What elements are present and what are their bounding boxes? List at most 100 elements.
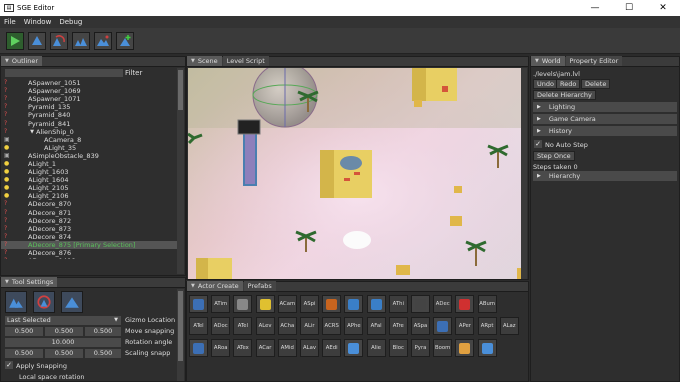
space-combo[interactable]: Last Selected ▼ (5, 316, 121, 325)
actor-button[interactable]: ATex (233, 339, 253, 357)
outliner-item[interactable]: ▣ ACamera_8 (1, 136, 179, 144)
actor-button[interactable]: Alie (366, 339, 386, 357)
history-section[interactable]: ▶ History (533, 126, 677, 136)
outliner-item[interactable]: ? ADecore_1406 (1, 257, 179, 259)
tab-scene[interactable]: ▼ Scene (187, 56, 222, 66)
actor-button[interactable]: ASpa (411, 317, 430, 335)
actor-thumbnail-icon[interactable] (366, 295, 386, 313)
ts-scale-button[interactable] (61, 291, 83, 313)
actor-thumbnail-icon[interactable] (433, 317, 453, 335)
actor-button[interactable]: ACRS (322, 317, 342, 335)
outliner-item[interactable]: ? ADecore_871 (1, 209, 179, 217)
outliner-item[interactable]: ? ASpawner_1071 (1, 95, 179, 103)
outliner-item[interactable]: ? ADecore_872 (1, 217, 179, 225)
actor-button[interactable]: ARoa (211, 339, 231, 357)
actor-button[interactable]: ADec (433, 295, 453, 313)
undo-button[interactable]: Undo (533, 79, 558, 89)
delete-button[interactable]: Delete (581, 79, 611, 89)
rotate-tool-button[interactable] (50, 32, 68, 50)
ts-move-button[interactable] (5, 291, 27, 313)
actor-button[interactable]: ATre (388, 317, 408, 335)
actor-thumbnail-icon[interactable] (455, 295, 475, 313)
actor-button[interactable]: APhe (344, 317, 364, 335)
outliner-item[interactable]: ? ADecore_874 (1, 233, 179, 241)
tab-property-editor[interactable]: Property Editor (565, 56, 623, 66)
rotation-snap-input[interactable]: 10.000 (5, 338, 121, 347)
lighting-section[interactable]: ▶ Lighting (533, 102, 677, 112)
close-button[interactable]: ✕ (646, 0, 680, 16)
actor-button[interactable]: ACar (255, 339, 275, 357)
outliner-item[interactable]: ▣ ASimpleObstacle_839 (1, 152, 179, 160)
actor-button[interactable]: Bloc (388, 339, 408, 357)
no-auto-step-checkbox[interactable]: ✓ (534, 140, 542, 148)
actor-button[interactable]: AThi (388, 295, 408, 313)
actor-button[interactable]: ALaz (499, 317, 519, 335)
outliner-item[interactable]: ● ALight_2105 (1, 184, 179, 192)
step-once-button[interactable]: Step Once (533, 151, 575, 161)
ts-rotate-button[interactable] (33, 291, 55, 313)
outliner-item[interactable]: ● ALight_2106 (1, 192, 179, 200)
menu-file[interactable]: File (0, 18, 20, 26)
outliner-item[interactable]: ? Pyramid_841 (1, 119, 179, 128)
actor-thumbnail-icon[interactable] (411, 295, 430, 313)
actor-thumbnail-icon[interactable] (455, 339, 475, 357)
actor-button[interactable]: ADoc (211, 317, 231, 335)
outliner-item[interactable]: ? ADecore_873 (1, 225, 179, 233)
outliner-item[interactable]: ● ALight_35 (1, 144, 179, 152)
game-camera-section[interactable]: ▶ Game Camera (533, 114, 677, 124)
scene-viewport[interactable] (188, 68, 527, 279)
actor-thumbnail-icon[interactable] (189, 295, 208, 313)
apply-snapping-checkbox[interactable]: ✓ (5, 361, 13, 369)
hierarchy-section[interactable]: ▶ Hierarchy (533, 171, 677, 181)
outliner-item[interactable]: ? ADecore_875 [Primary Selection] (1, 240, 179, 249)
outliner-item[interactable]: ? ASpawner_1051 (1, 79, 179, 87)
add-actor-button[interactable] (116, 32, 134, 50)
scale-tool-button[interactable] (72, 32, 90, 50)
actor-thumbnail-icon[interactable] (255, 295, 275, 313)
actor-button[interactable]: ATel (189, 317, 208, 335)
actor-button[interactable]: ACam (277, 295, 297, 313)
actor-button[interactable]: ATim (211, 295, 231, 313)
minimize-button[interactable]: — (578, 0, 612, 16)
translate-tool-button[interactable] (28, 32, 46, 50)
actor-thumbnail-icon[interactable] (322, 295, 342, 313)
move-snap-x[interactable]: 0.500 (5, 327, 43, 336)
scale-snap-x[interactable]: 0.500 (5, 349, 43, 358)
menu-window[interactable]: Window (20, 18, 56, 26)
tab-outliner[interactable]: ▼ Outliner (1, 56, 43, 66)
actor-thumbnail-icon[interactable] (344, 295, 364, 313)
outliner-item[interactable]: ● ALight_1604 (1, 176, 179, 184)
scale-snap-z[interactable]: 0.500 (85, 349, 121, 358)
outliner-item[interactable]: ? Pyramid_840 (1, 111, 179, 119)
actor-thumbnail-icon[interactable] (344, 339, 364, 357)
actor-button[interactable]: ALir (300, 317, 319, 335)
move-snap-y[interactable]: 0.500 (45, 327, 83, 336)
actor-button[interactable]: APer (455, 317, 475, 335)
actor-thumbnail-icon[interactable] (233, 295, 253, 313)
outliner-item[interactable]: ● ALight_1 (1, 160, 179, 168)
actor-button[interactable]: Pyra (411, 339, 430, 357)
scene-scrollbar[interactable] (521, 68, 527, 279)
actor-button[interactable]: AMid (277, 339, 297, 357)
tab-prefabs[interactable]: Prefabs (243, 281, 276, 291)
tab-actor-create[interactable]: ▼ Actor Create (187, 281, 243, 291)
outliner-item[interactable]: ? ▼ AlienShip_0 (1, 128, 179, 136)
actor-thumbnail-icon[interactable] (477, 339, 497, 357)
actor-button[interactable]: ACha (277, 317, 297, 335)
tab-world[interactable]: ▼ World (531, 56, 565, 66)
delete-hierarchy-button[interactable]: Delete Hierarchy (533, 90, 596, 100)
tool-settings-scrollbar[interactable] (177, 289, 184, 381)
expand-arrow-icon[interactable]: ▼ (10, 128, 36, 136)
redo-button[interactable]: Redo (556, 79, 581, 89)
actor-button[interactable]: AEdi (322, 339, 342, 357)
play-button[interactable] (6, 32, 24, 50)
outliner-item[interactable]: ? ADecore_876 (1, 249, 179, 257)
actor-button[interactable]: Boom (433, 339, 453, 357)
move-snap-z[interactable]: 0.500 (85, 327, 121, 336)
actor-button[interactable]: ALev (255, 317, 275, 335)
actor-button[interactable]: ATel (233, 317, 253, 335)
outliner-item[interactable]: ? ASpawner_1069 (1, 87, 179, 95)
tab-tool-settings[interactable]: ▼ Tool Settings (1, 277, 58, 287)
actor-button[interactable]: ABum (477, 295, 497, 313)
menu-debug[interactable]: Debug (55, 18, 86, 26)
